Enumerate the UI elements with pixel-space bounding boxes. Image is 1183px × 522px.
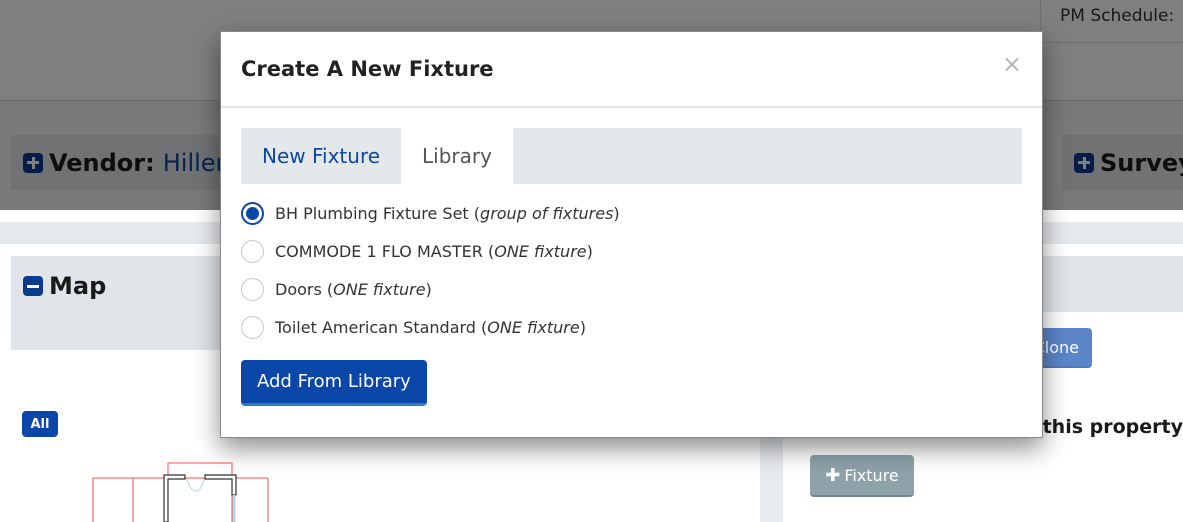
tab-new-fixture[interactable]: New Fixture — [241, 128, 401, 184]
option-type: ONE fixture — [487, 317, 580, 337]
option-name: Doors — [275, 279, 322, 299]
tab-library[interactable]: Library — [401, 128, 513, 184]
floorplan-wall — [163, 474, 186, 522]
add-fixture-label: Fixture — [844, 465, 899, 485]
plus-icon: ✚ — [825, 464, 841, 486]
radio-button[interactable] — [241, 239, 264, 263]
close-icon[interactable]: × — [1002, 52, 1022, 76]
modal-header: Create A New Fixture × — [221, 32, 1042, 108]
map-title: Map — [49, 272, 107, 300]
option-type: ONE fixture — [333, 279, 426, 299]
floorplan-wall — [204, 474, 237, 496]
floorplan-door — [186, 478, 205, 492]
modal-body: New Fixture Library BH Plumbing Fixture … — [221, 108, 1042, 406]
add-fixture-button[interactable]: ✚ Fixture — [810, 455, 914, 497]
create-fixture-modal: Create A New Fixture × New Fixture Libra… — [220, 31, 1043, 438]
radio-button-selected[interactable] — [241, 201, 264, 225]
option-type: ONE fixture — [494, 241, 587, 261]
minus-square-icon[interactable] — [23, 276, 43, 296]
radio-button[interactable] — [241, 315, 264, 339]
library-options: BH Plumbing Fixture Set (group of fixtur… — [241, 194, 1022, 346]
library-option[interactable]: COMMODE 1 FLO MASTER (ONE fixture) — [241, 232, 1022, 270]
library-option[interactable]: Doors (ONE fixture) — [241, 270, 1022, 308]
library-option[interactable]: Toilet American Standard (ONE fixture) — [241, 308, 1022, 346]
add-from-library-button[interactable]: Add From Library — [241, 360, 427, 406]
option-name: BH Plumbing Fixture Set — [275, 203, 469, 223]
option-name: COMMODE 1 FLO MASTER — [275, 241, 483, 261]
option-name: Toilet American Standard — [275, 317, 476, 337]
all-filter-badge[interactable]: All — [22, 411, 58, 437]
fixture-tabs: New Fixture Library — [241, 128, 1022, 184]
floor-plan-map[interactable] — [40, 455, 300, 522]
radio-button[interactable] — [241, 277, 264, 301]
modal-title: Create A New Fixture — [241, 57, 494, 81]
option-type: group of fixtures — [480, 203, 614, 223]
floorplan-dimension-box — [167, 462, 233, 522]
library-option[interactable]: BH Plumbing Fixture Set (group of fixtur… — [241, 194, 1022, 232]
